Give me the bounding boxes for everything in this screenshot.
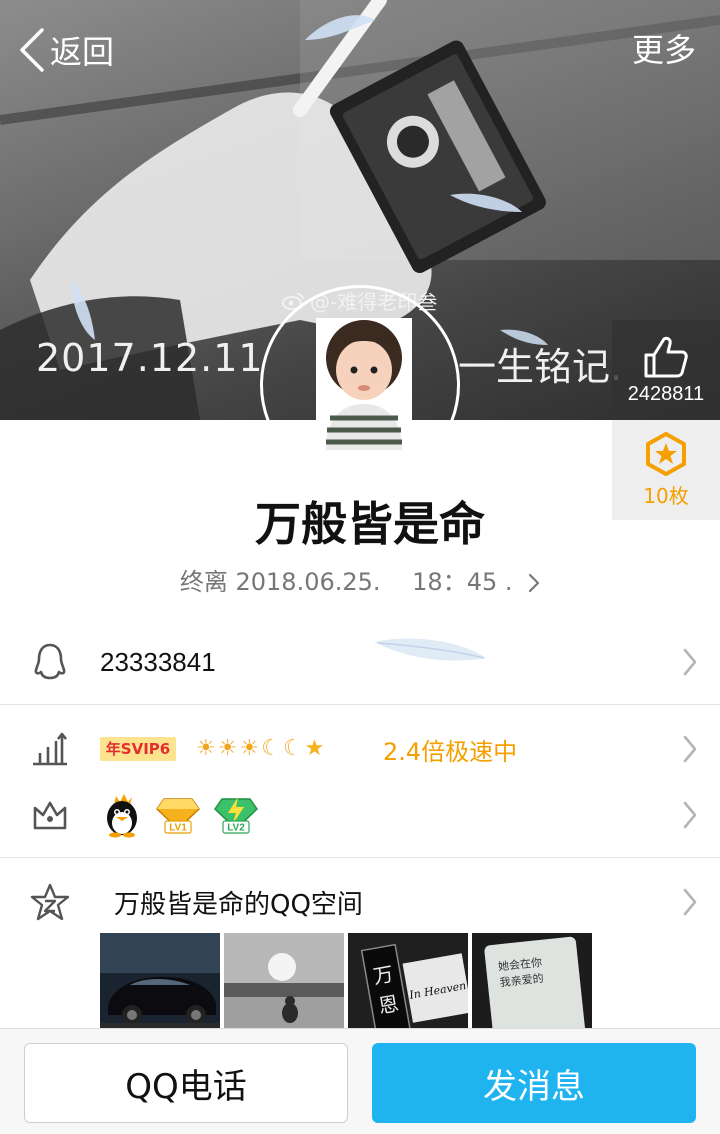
speed-text: 2.4倍极速中: [383, 737, 518, 766]
chevron-right-icon: [683, 888, 697, 916]
back-label: 返回: [50, 33, 115, 71]
back-button[interactable]: 返回: [18, 24, 114, 76]
sun-icon: ☀: [239, 736, 260, 761]
level-chart-icon: [30, 729, 70, 769]
qzone-photo-car[interactable]: [100, 933, 220, 1033]
signature-link[interactable]: 终离 2018.06.25. 18：45 .: [0, 562, 720, 597]
qzone-row[interactable]: 万般皆是命的QQ空间: [0, 874, 720, 930]
qzone-photos: 万 恩 In Heaven 她会在你 我亲爱的: [100, 933, 592, 1033]
thumbs-up-icon: [644, 336, 688, 377]
crown-icon: [30, 795, 70, 835]
chevron-right-icon: [683, 648, 697, 676]
send-message-button[interactable]: 发消息: [372, 1043, 696, 1123]
moon-icon: ☾: [261, 736, 281, 761]
qq-number: 23333841: [100, 646, 216, 677]
lv1-label: LV1: [169, 823, 187, 834]
star-icon: ★: [304, 736, 325, 761]
divider: [0, 857, 720, 858]
vip-row[interactable]: LV1 LV2: [0, 786, 720, 844]
moon-icon: ☾: [282, 736, 303, 761]
qzone-star-icon: [30, 882, 70, 922]
chevron-left-icon: [20, 28, 44, 72]
qq-number-row[interactable]: 23333841: [0, 622, 720, 702]
qq-call-button[interactable]: QQ电话: [24, 1043, 348, 1123]
chevron-right-icon: [683, 801, 697, 829]
signature-text: 终离 2018.06.25. 18：45 .: [179, 568, 513, 596]
more-button[interactable]: 更多: [632, 24, 696, 76]
photo3-text-a: 万: [371, 962, 395, 989]
lv2-label: LV2: [227, 823, 245, 834]
like-count: 2428811: [627, 382, 705, 405]
level-icons: ☀ ☀ ☀ ☾ ☾ ★: [196, 736, 324, 762]
qzone-title: 万般皆是命的QQ空间: [114, 889, 363, 920]
star-medal-icon: [646, 431, 686, 476]
level-row[interactable]: 年SVIP6 ☀ ☀ ☀ ☾ ☾ ★ 2.4倍极速中: [0, 720, 720, 778]
sun-icon: ☀: [196, 736, 216, 761]
penguin-outline-icon: [30, 642, 70, 682]
bottom-action-bar: QQ电话 发消息: [0, 1028, 720, 1134]
vip-icons: LV1 LV2: [102, 792, 258, 838]
qq-penguin-icon: [107, 794, 137, 838]
chevron-right-icon: [529, 573, 540, 593]
like-button[interactable]: 2428811: [612, 320, 720, 420]
divider: [0, 704, 720, 705]
feather-decoration: [374, 638, 486, 661]
qzone-photo-card[interactable]: 万 恩 In Heaven: [348, 933, 468, 1033]
sun-icon: ☀: [217, 736, 238, 761]
photo3-text-b: 恩: [377, 991, 401, 1018]
cover-motto-text: 一生铭记.: [458, 345, 623, 389]
cover-date-text: 2017.12.11: [36, 336, 264, 380]
lightning-lv2-icon: LV2: [214, 797, 258, 834]
avatar[interactable]: [316, 318, 412, 450]
nickname: 万般皆是命: [255, 497, 485, 551]
qzone-photo-lake[interactable]: [224, 933, 344, 1033]
qzone-photo-phone[interactable]: 她会在你 我亲爱的: [472, 933, 592, 1033]
diamond-lv1-icon: LV1: [156, 798, 200, 834]
chevron-right-icon: [683, 735, 697, 763]
svip-badge: 年SVIP6: [100, 737, 176, 761]
